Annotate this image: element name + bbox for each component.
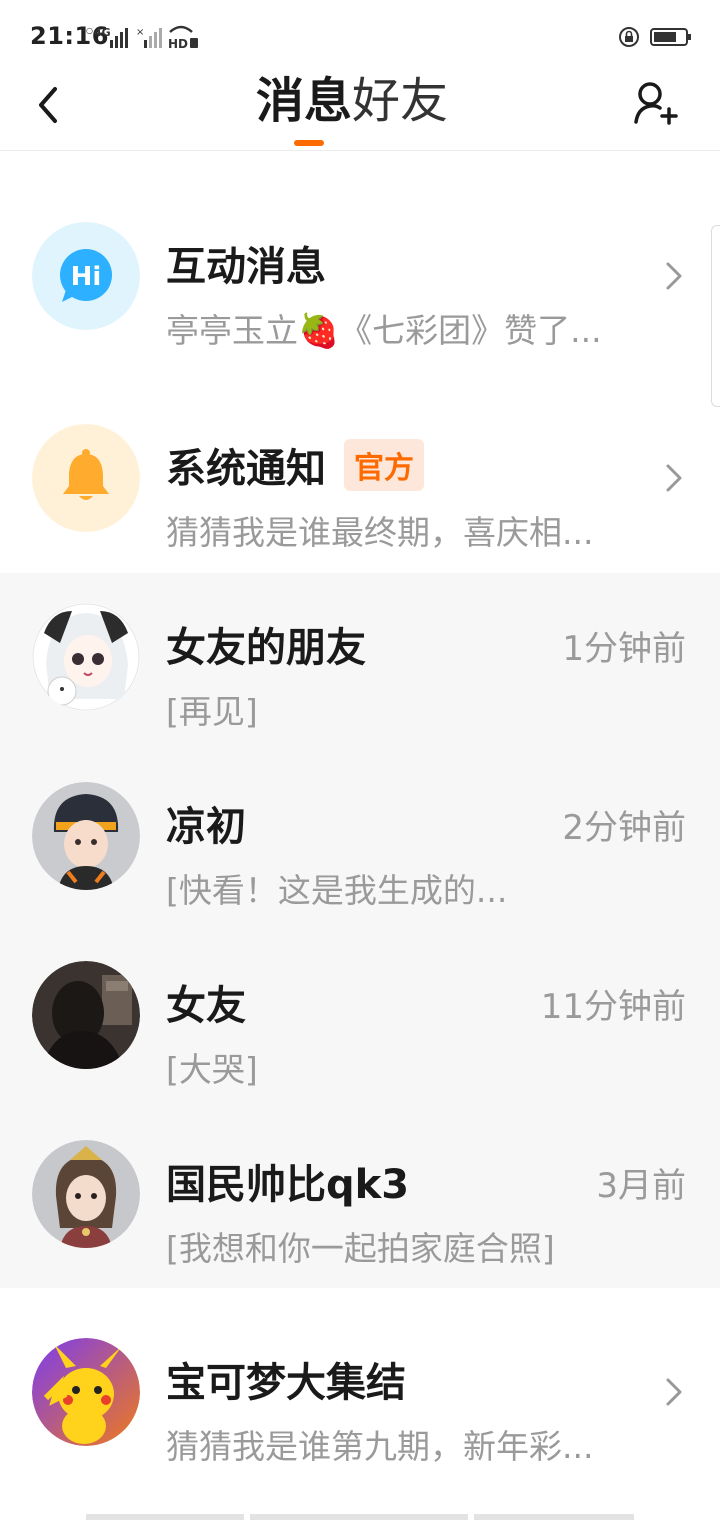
status-right-icons: [618, 24, 692, 50]
tab-friends-label: 好友: [352, 73, 449, 129]
list-item-chat[interactable]: 国民帅比qk3 3月前 [我想和你一起拍家庭合照]: [0, 1110, 720, 1288]
svg-text:Hi: Hi: [71, 262, 102, 292]
avatar: [32, 1140, 140, 1248]
status-bar: 21:16 ○ 4G × HD: [0, 0, 720, 68]
back-arrow-icon: [39, 87, 57, 123]
bottom-divider: [86, 1514, 244, 1520]
row-title-wrap: 国民帅比qk3: [166, 1152, 409, 1210]
list-item-interactions[interactable]: Hi 互动消息 亭亭玉立🍓《七彩团》赞了...: [0, 192, 720, 371]
row-subtitle: 猜猜我是谁第九期，新年彩...: [166, 1427, 594, 1466]
list-item-chat[interactable]: 凉初 2分钟前 [快看！这是我生成的...: [0, 752, 720, 931]
svg-text:HD: HD: [168, 37, 188, 50]
official-badge: 官方: [344, 439, 424, 491]
hi-chat-icon: Hi: [32, 222, 140, 330]
list-item-chat[interactable]: 女友 11分钟前 [大哭]: [0, 931, 720, 1110]
row-subtitle: [我想和你一起拍家庭合照]: [166, 1229, 555, 1268]
bottom-divider: [250, 1514, 468, 1520]
rotation-lock-icon: [619, 27, 639, 47]
anime-character-avatar-icon: [32, 1140, 140, 1248]
row-time: 3月前: [596, 1166, 686, 1206]
avatar: [32, 603, 140, 711]
chevron-right-icon: [666, 1378, 682, 1406]
bell-icon: [32, 424, 140, 532]
row-time: 1分钟前: [562, 629, 686, 669]
message-list: Hi 互动消息 亭亭玉立🍓《七彩团》赞了... 系统通知 官方 猜猜我是谁最终期…: [0, 192, 720, 1487]
row-subtitle: 猜猜我是谁最终期，喜庆相...: [166, 513, 594, 552]
avatar: Hi: [32, 222, 140, 330]
list-item-chat[interactable]: 女友的朋友 1分钟前 [再见]: [0, 573, 720, 752]
row-title-wrap: 互动消息: [166, 234, 326, 292]
row-title: 凉初: [166, 804, 246, 850]
avatar: [32, 1338, 140, 1446]
back-button[interactable]: [28, 80, 68, 130]
list-item-system-notice[interactable]: 系统通知 官方 猜猜我是谁最终期，喜庆相...: [0, 394, 720, 573]
row-subtitle: [再见]: [166, 692, 258, 731]
signal-icon: ○ 4G × HD: [86, 25, 198, 50]
row-subtitle: [快看！这是我生成的...: [166, 871, 508, 910]
row-title-wrap: 凉初: [166, 794, 246, 852]
active-tab-indicator: [294, 140, 324, 146]
row-title: 宝可梦大集结: [166, 1360, 406, 1406]
row-title: 国民帅比qk3: [166, 1162, 410, 1208]
svg-text:4G: 4G: [94, 26, 111, 39]
avatar: [32, 424, 140, 532]
row-title-wrap: 系统通知 官方: [166, 436, 424, 494]
bottom-divider: [474, 1514, 634, 1520]
svg-text:×: ×: [136, 27, 144, 38]
row-subtitle: 亭亭玉立🍓《七彩团》赞了...: [166, 311, 602, 350]
row-subtitle: [大哭]: [166, 1050, 258, 1089]
screen: 21:16 ○ 4G × HD 消息 好友 Hi 互动消息 亭亭玉立🍓《七彩团》…: [0, 0, 720, 1520]
anime-boy-avatar-icon: [32, 782, 140, 890]
tab-messages-label: 消息: [256, 73, 353, 129]
battery-icon: [650, 28, 691, 46]
chevron-right-icon: [666, 262, 682, 290]
avatar: [32, 782, 140, 890]
anime-girl-avatar-icon: [32, 603, 140, 711]
row-title-wrap: 女友的朋友: [166, 615, 366, 673]
pikachu-avatar-icon: [32, 1338, 140, 1446]
row-title: 女友的朋友: [166, 625, 366, 671]
avatar: [32, 961, 140, 1069]
row-title: 系统通知: [166, 446, 326, 492]
scrollbar[interactable]: [711, 225, 720, 407]
add-friend-button[interactable]: [632, 78, 680, 128]
row-time: 11分钟前: [540, 987, 686, 1027]
row-time: 2分钟前: [562, 808, 686, 848]
row-title: 女友: [166, 983, 246, 1029]
list-item-pokemon-unite[interactable]: 宝可梦大集结 猜猜我是谁第九期，新年彩...: [0, 1308, 720, 1487]
tab-messages[interactable]: 消息: [256, 68, 353, 146]
header: 消息 好友: [0, 68, 720, 151]
add-user-icon: [634, 82, 678, 125]
tab-bar: 消息 好友: [256, 68, 448, 150]
chevron-right-icon: [666, 464, 682, 492]
row-title-wrap: 女友: [166, 973, 246, 1031]
row-title: 互动消息: [166, 244, 326, 290]
row-title-wrap: 宝可梦大集结: [166, 1350, 406, 1408]
svg-text:○: ○: [86, 26, 93, 35]
tab-friends[interactable]: 好友: [352, 68, 448, 134]
photo-avatar-icon: [32, 961, 140, 1069]
